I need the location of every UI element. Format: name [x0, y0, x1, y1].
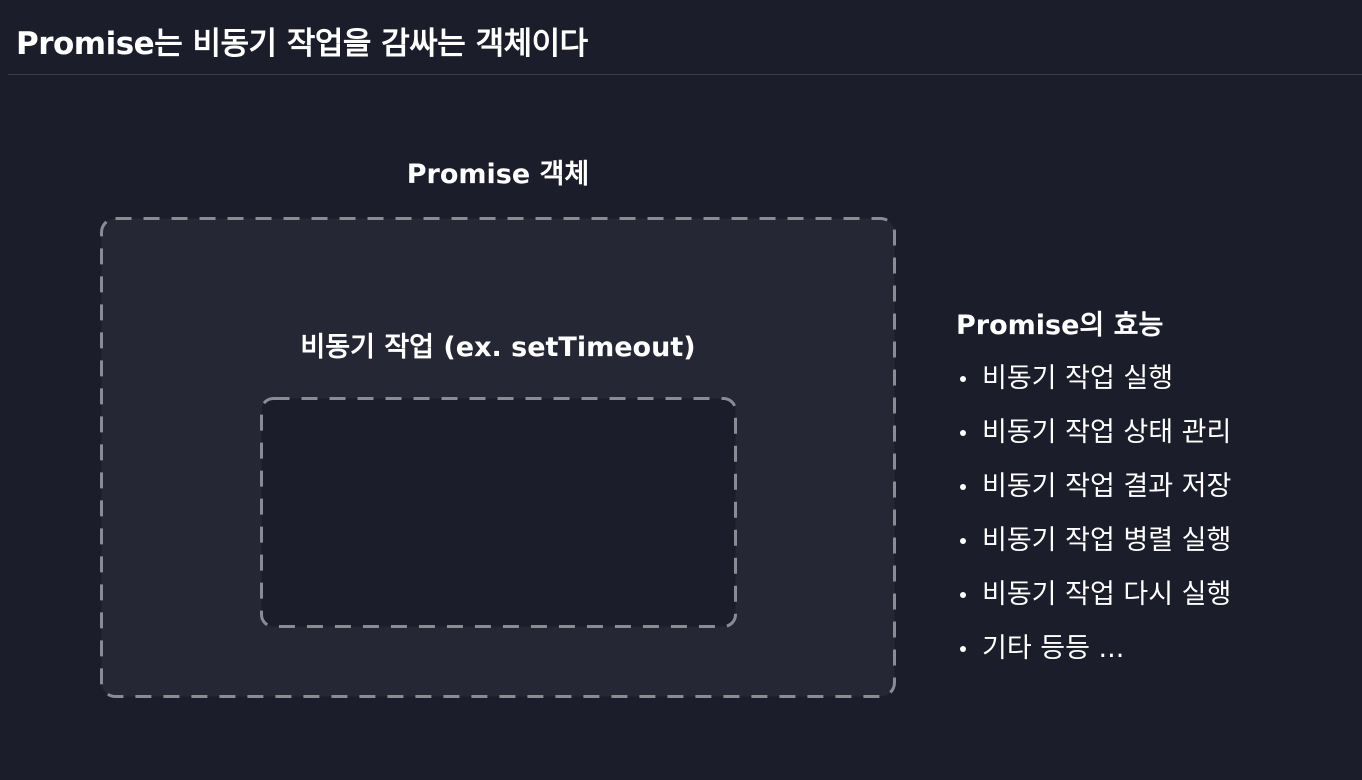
list-item-text: 비동기 작업 다시 실행: [982, 579, 1232, 610]
list-item: 비동기 작업 상태 관리: [956, 406, 1231, 460]
page-title: Promise는 비동기 작업을 감싸는 객체이다: [16, 26, 588, 62]
bullet-icon: [960, 484, 966, 490]
list-item-text: 비동기 작업 결과 저장: [982, 471, 1232, 502]
list-item: 비동기 작업 다시 실행: [956, 568, 1231, 622]
list-item: 기타 등등 ...: [956, 622, 1231, 676]
promise-object-label: Promise 객체: [406, 159, 590, 190]
effects-title: Promise의 효능: [956, 310, 1164, 341]
list-item-text: 기타 등등 ...: [982, 633, 1125, 664]
effects-list: 비동기 작업 실행 비동기 작업 상태 관리 비동기 작업 결과 저장 비동기 …: [956, 352, 1231, 676]
async-task-box: [260, 397, 737, 628]
bullet-icon: [960, 592, 966, 598]
async-task-label: 비동기 작업 (ex. setTimeout): [300, 332, 696, 363]
bullet-icon: [960, 646, 966, 652]
list-item-text: 비동기 작업 실행: [982, 363, 1174, 394]
header-bar: Promise는 비동기 작업을 감싸는 객체이다: [8, 0, 1362, 75]
bullet-icon: [960, 376, 966, 382]
async-task-border: [260, 397, 737, 628]
list-item: 비동기 작업 실행: [956, 352, 1231, 406]
list-item: 비동기 작업 병렬 실행: [956, 514, 1231, 568]
list-item-text: 비동기 작업 상태 관리: [982, 417, 1232, 448]
bullet-icon: [960, 538, 966, 544]
bullet-icon: [960, 430, 966, 436]
list-item-text: 비동기 작업 병렬 실행: [982, 525, 1232, 556]
list-item: 비동기 작업 결과 저장: [956, 460, 1231, 514]
slide: Promise는 비동기 작업을 감싸는 객체이다 Promise 객체 비동기…: [0, 0, 1362, 780]
